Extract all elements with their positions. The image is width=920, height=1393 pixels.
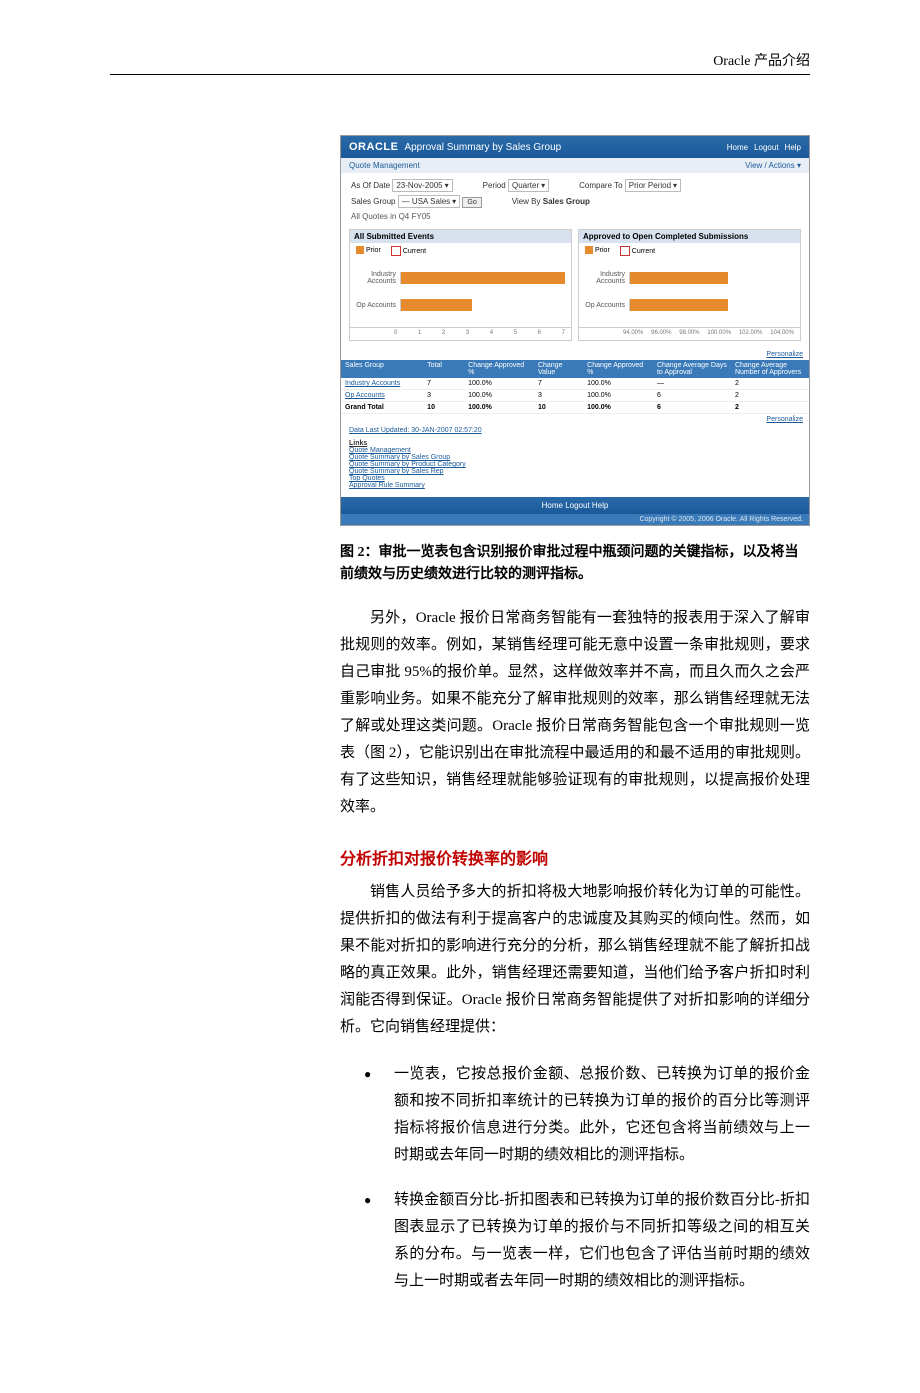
- legend-current-swatch: [391, 246, 401, 256]
- chevron-down-icon: ▾: [445, 181, 449, 190]
- table-row: Op Accounts 3 100.0% 3 100.0% 6 2: [341, 390, 809, 402]
- breadcrumb[interactable]: Quote Management: [349, 161, 420, 170]
- link-item[interactable]: Quote Summary by Sales Rep: [349, 468, 801, 475]
- context-tip: All Quotes in Q4 FY05: [351, 212, 799, 221]
- copyright: Copyright © 2005, 2006 Oracle. All Right…: [341, 514, 809, 525]
- figure-caption: 图 2：审批一览表包含识别报价审批过程中瓶颈问题的关键指标，以及将当前绩效与历史…: [340, 542, 810, 587]
- compare-label: Compare To: [579, 181, 622, 190]
- link-item[interactable]: Quote Management: [349, 447, 801, 454]
- nav-logout[interactable]: Logout: [754, 143, 778, 152]
- header-divider: [110, 74, 810, 75]
- table-header: Sales Group Total Change Approved % Chan…: [341, 360, 809, 378]
- bar-industry: [401, 272, 565, 284]
- app-header-bar: ORACLE Approval Summary by Sales Group H…: [341, 136, 809, 158]
- personalize-link[interactable]: Personalize: [766, 416, 803, 423]
- chevron-down-icon: ▾: [673, 181, 677, 190]
- bar-industry-pct: [630, 272, 728, 284]
- filter-panel: As Of Date 23-Nov-2005▾ Period Quarter▾ …: [341, 173, 809, 227]
- view-actions-menu[interactable]: View / Actions ▾: [745, 161, 801, 170]
- link-item[interactable]: Top Quotes: [349, 475, 801, 482]
- nav-help[interactable]: Help: [785, 143, 801, 152]
- nav-home[interactable]: Home: [727, 143, 748, 152]
- bar-op: [401, 299, 472, 311]
- period-label: Period: [483, 181, 506, 190]
- bullet-item-2: 转换金额百分比-折扣图表和已转换为订单的报价数百分比-折扣图表显示了已转换为订单…: [364, 1187, 810, 1295]
- bullet-item-1: 一览表，它按总报价金额、总报价数、已转换为订单的报价金额和按不同折扣率统计的已转…: [364, 1061, 810, 1169]
- oracle-logo: ORACLE: [349, 141, 398, 153]
- section-heading: 分析折扣对报价转换率的影响: [340, 845, 810, 869]
- chart-approved-completed: Approved to Open Completed Submissions P…: [578, 229, 801, 341]
- bar-op-pct: [630, 299, 728, 311]
- footer-nav: Home Logout Help: [341, 497, 809, 514]
- paragraph-1: 另外，Oracle 报价日常商务智能有一套独特的报表用于深入了解审批规则的效率。…: [340, 605, 810, 821]
- page-title: Approval Summary by Sales Group: [404, 142, 561, 153]
- link-item[interactable]: Quote Summary by Product Category: [349, 461, 801, 468]
- chevron-down-icon: ▾: [452, 197, 456, 206]
- data-updated: Data Last Updated: 30-JAN-2007 02:57:20: [349, 427, 482, 434]
- link-item[interactable]: Quote Summary by Sales Group: [349, 454, 801, 461]
- legend-prior-swatch: [585, 246, 593, 254]
- page-header: Oracle 产品介绍: [110, 50, 810, 74]
- table-grand-total: Grand Total 10 100.0% 10 100.0% 6 2: [341, 402, 809, 414]
- figure-2-screenshot: ORACLE Approval Summary by Sales Group H…: [340, 135, 810, 526]
- as-of-date-select[interactable]: 23-Nov-2005▾: [392, 179, 452, 192]
- view-by-value: Sales Group: [543, 197, 590, 206]
- paragraph-2: 销售人员给予多大的折扣将极大地影响报价转化为订单的可能性。提供折扣的做法有利于提…: [340, 879, 810, 1041]
- view-by-label: View By: [512, 197, 541, 206]
- legend-current-swatch: [620, 246, 630, 256]
- compare-select[interactable]: Prior Period▾: [625, 179, 681, 192]
- sales-group-select[interactable]: — USA Sales▾: [398, 195, 460, 208]
- go-button[interactable]: Go: [462, 197, 481, 208]
- period-select[interactable]: Quarter▾: [508, 179, 549, 192]
- as-of-label: As Of Date: [351, 181, 390, 190]
- table-row: Industry Accounts 7 100.0% 7 100.0% — 2: [341, 378, 809, 390]
- related-links: Links Quote Management Quote Summary by …: [341, 436, 809, 497]
- personalize-link[interactable]: Personalize: [766, 351, 803, 358]
- chevron-down-icon: ▾: [541, 181, 545, 190]
- chart-all-submitted: All Submitted Events Prior Current Indus…: [349, 229, 572, 341]
- legend-prior-swatch: [356, 246, 364, 254]
- sales-group-label: Sales Group: [351, 197, 395, 206]
- link-item[interactable]: Approval Rule Summary: [349, 482, 801, 489]
